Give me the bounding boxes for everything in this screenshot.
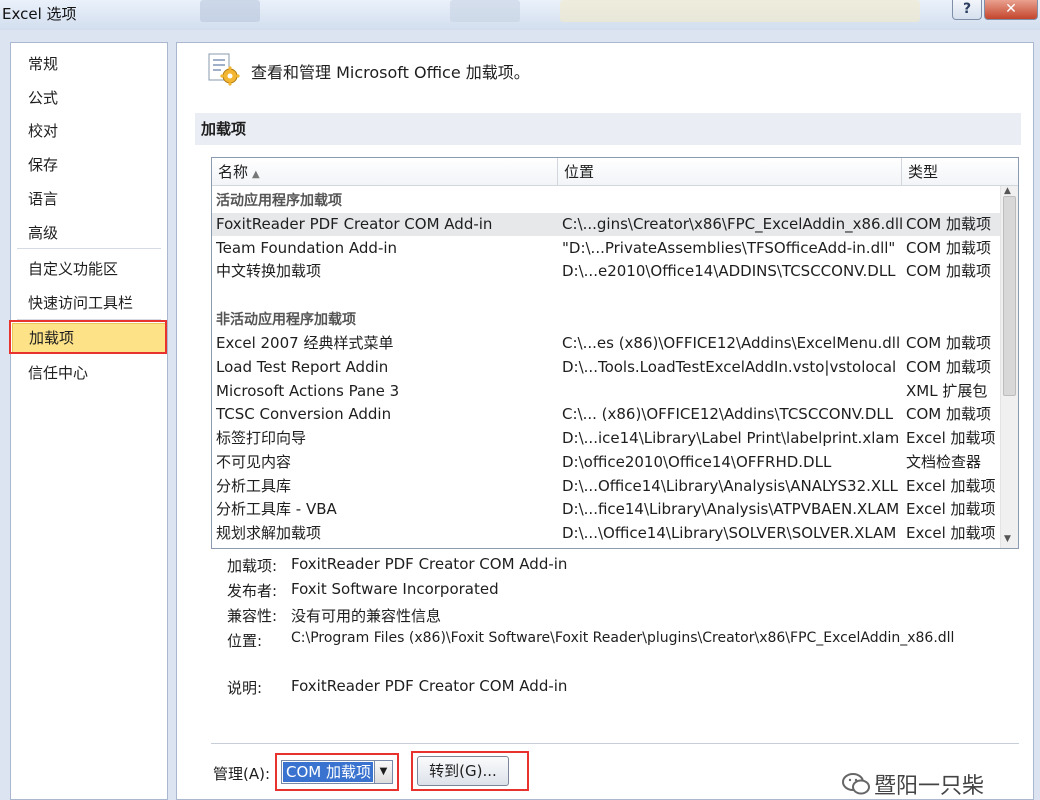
table-header: 名称 ▲ 位置 类型 [212,158,1018,186]
panel-description: 查看和管理 Microsoft Office 加载项。 [251,63,530,82]
nav-item-proofing[interactable]: 校对 [12,116,166,146]
detail-addin-value: FoxitReader PDF Creator COM Add-in [291,555,568,573]
scrollbar-thumb[interactable] [1003,196,1016,396]
manage-label: 管理(A): [213,765,271,783]
table-row[interactable]: Load Test Report Addin D:\...Tools.LoadT… [212,356,1000,379]
title-bar: Excel 选项 ? ✕ [0,0,1040,30]
detail-desc-value: FoxitReader PDF Creator COM Add-in [291,677,568,695]
nav-item-customize-ribbon[interactable]: 自定义功能区 [12,254,166,284]
column-header-location[interactable]: 位置 [558,158,902,186]
category-nav: 常规 公式 校对 保存 语言 高级 自定义功能区 快速访问工具栏 加载项 信任中… [9,42,168,800]
table-row[interactable]: Microsoft Actions Pane 3 XML 扩展包 [212,380,1000,403]
detail-location-label: 位置: [227,632,263,650]
help-button[interactable]: ? [952,0,982,20]
table-row[interactable]: Team Foundation Add-in "D:\...PrivateAss… [212,237,1000,260]
watermark: 暨阳一只柴 [842,768,1022,800]
detail-compat-value: 没有可用的兼容性信息 [291,607,442,625]
addins-panel: 查看和管理 Microsoft Office 加载项。 加载项 名称 ▲ 位置 类… [176,42,1034,800]
table-row[interactable]: Excel 2007 经典样式菜单 C:\...es (x86)\OFFICE1… [212,332,1000,355]
addins-table: 名称 ▲ 位置 类型 活动应用程序加载项 FoxitReader PDF Crea… [211,157,1019,549]
nav-item-quick-access-toolbar[interactable]: 快速访问工具栏 [12,288,166,318]
table-row[interactable]: 分析工具库 D:\...Office14\Library\Analysis\AN… [212,475,1000,498]
table-row[interactable]: 不可见内容 D:\office2010\Office14\OFFRHD.DLL … [212,451,1000,474]
table-row[interactable]: 标签打印向导 D:\...ice14\Library\Label Print\l… [212,427,1000,450]
highlight-box-manage [275,753,399,791]
group-header-inactive: 非活动应用程序加载项 [216,312,356,328]
detail-desc-label: 说明: [227,679,263,697]
nav-divider [17,248,161,249]
window-title: Excel 选项 [2,5,77,23]
nav-item-language[interactable]: 语言 [12,184,166,214]
section-header-addins: 加载项 [195,113,1021,145]
detail-compat-label: 兼容性: [227,607,278,625]
table-scrollbar[interactable]: ▲ ▼ [1000,186,1018,548]
nav-item-general[interactable]: 常规 [12,49,166,79]
nav-item-trust-center[interactable]: 信任中心 [12,358,166,388]
detail-publisher-value: Foxit Software Incorporated [291,580,499,598]
detail-addin-label: 加载项: [227,557,278,575]
nav-item-formulas[interactable]: 公式 [12,83,166,113]
highlight-box-addins [9,320,167,354]
close-button[interactable]: ✕ [984,0,1038,20]
detail-location-value: C:\Program Files (x86)\Foxit Software\Fo… [291,630,955,646]
wechat-icon [842,773,870,795]
addin-gear-icon [208,53,240,86]
blurred-toolbar-area [200,0,260,22]
group-header-active: 活动应用程序加载项 [216,193,342,209]
scroll-down-icon[interactable]: ▼ [1004,534,1011,544]
scroll-up-icon[interactable]: ▲ [1004,186,1011,196]
watermark-text: 暨阳一只柴 [874,774,985,799]
blurred-toolbar-area [450,0,520,22]
column-header-type[interactable]: 类型 [902,158,1000,186]
dialog-frame: 常规 公式 校对 保存 语言 高级 自定义功能区 快速访问工具栏 加载项 信任中… [0,30,1040,800]
table-row[interactable]: 规划求解加载项 D:\...\Office14\Library\SOLVER\S… [212,522,1000,545]
table-row[interactable]: 中文转换加载项 D:\...e2010\Office14\ADDINS\TCSC… [212,260,1000,283]
table-row[interactable]: FoxitReader PDF Creator COM Add-in C:\..… [212,213,1000,236]
nav-item-advanced[interactable]: 高级 [12,218,166,248]
column-header-name[interactable]: 名称 ▲ [212,158,558,186]
table-row[interactable]: 分析工具库 - VBA D:\...fice14\Library\Analysi… [212,498,1000,521]
bottom-divider [211,743,1019,744]
sort-ascending-icon: ▲ [252,169,260,180]
detail-publisher-label: 发布者: [227,582,278,600]
highlight-box-go [411,751,529,791]
table-row[interactable]: TCSC Conversion Addin C:\... (x86)\OFFIC… [212,403,1000,426]
nav-item-save[interactable]: 保存 [12,150,166,180]
blurred-toolbar-area [560,0,920,22]
